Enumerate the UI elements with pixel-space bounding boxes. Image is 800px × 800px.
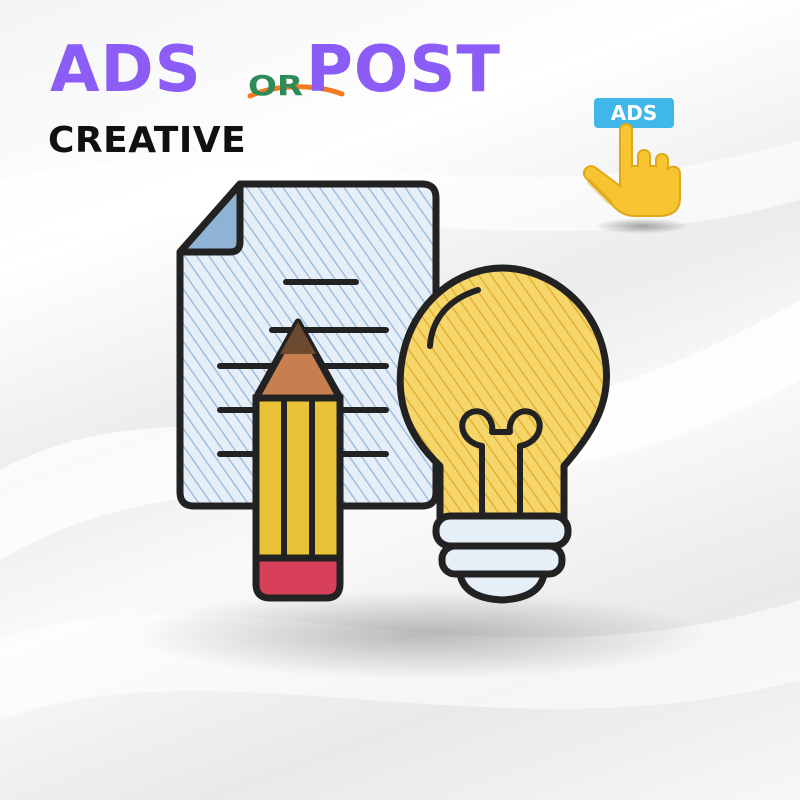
- creative-illustration: [176, 180, 611, 604]
- logo-word-or: OR: [248, 70, 304, 102]
- logo-word-post: POST: [306, 33, 502, 107]
- brand-logo: ADS OR POST: [50, 30, 510, 110]
- lightbulb-icon: [396, 264, 611, 604]
- logo-word-ads: ADS: [50, 33, 202, 107]
- page-subtitle: CREATIVE: [48, 120, 247, 161]
